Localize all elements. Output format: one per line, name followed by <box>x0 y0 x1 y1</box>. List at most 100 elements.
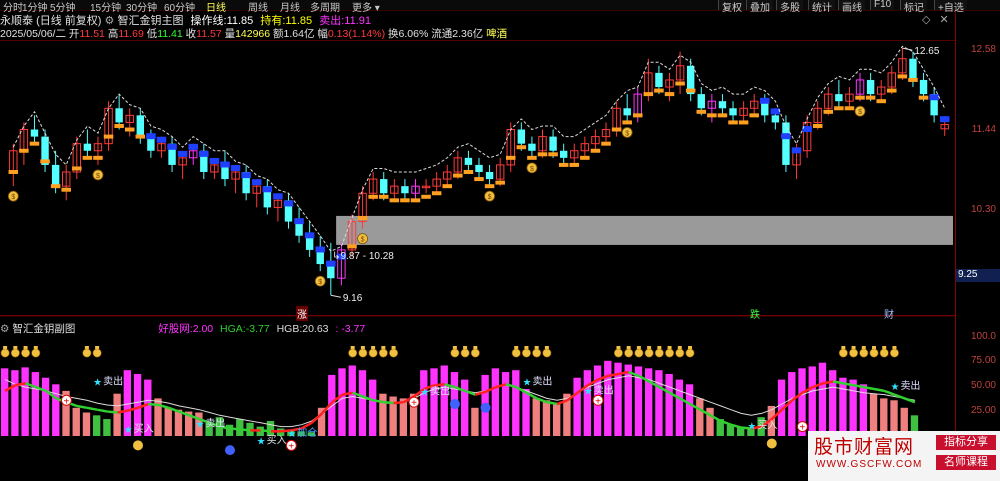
money-bag-body <box>654 348 664 358</box>
operation-line-segment <box>474 177 484 182</box>
operation-line-segment <box>939 116 950 123</box>
operation-line-segment <box>124 127 135 132</box>
operation-line-segment <box>601 141 611 146</box>
indicator-bar <box>338 368 346 436</box>
candle-body <box>475 164 483 172</box>
indicator-bar <box>808 366 816 436</box>
operation-line-segment <box>135 134 146 139</box>
watermark-tag-course[interactable]: 名师课程 <box>936 455 996 470</box>
watermark-tag-share[interactable]: 指标分享 <box>936 435 996 450</box>
money-bag-icon: $ <box>7 190 19 202</box>
indicator-bar <box>21 367 29 436</box>
indicator-bar <box>236 419 244 436</box>
hga-line-segment <box>393 400 404 405</box>
event-fall[interactable]: 跌 <box>750 306 760 321</box>
hga-line-segment <box>434 383 445 387</box>
money-bag-icon <box>532 346 542 358</box>
money-bag-neck <box>13 346 18 349</box>
candle-body <box>835 94 843 102</box>
operation-line-segment <box>865 95 876 100</box>
toolbar-button-0[interactable]: 复权 <box>718 0 745 14</box>
operation-line-segment <box>273 193 283 200</box>
sell-signal-label: 卖出 <box>594 384 614 397</box>
money-bag-body <box>378 348 388 358</box>
indicator-bar <box>869 393 878 436</box>
money-bag-body <box>82 348 92 358</box>
price-tick: 10.30 <box>970 204 996 215</box>
toolbar-button-7[interactable]: +自选 <box>934 0 967 14</box>
operation-line-segment <box>717 113 728 118</box>
close-label: 收 <box>185 28 197 40</box>
toolbar-button-6[interactable]: 标记 <box>900 0 927 14</box>
face-icon <box>766 438 777 449</box>
money-bag-icon <box>644 346 654 358</box>
close-icon[interactable]: ✕ <box>940 14 949 26</box>
operation-line-segment <box>643 92 654 97</box>
add-plus-symbol: + <box>288 441 294 452</box>
operation-line-segment <box>368 194 378 199</box>
toolbar-button-2[interactable]: 多股 <box>776 0 803 14</box>
money-bag-icon <box>624 346 634 358</box>
money-bag-neck <box>841 346 846 349</box>
sell-signal-label: 卖出 <box>430 385 450 398</box>
operation-line-segment <box>844 106 855 111</box>
money-bag-icon <box>92 346 102 358</box>
vol-value: 142966 <box>235 28 271 40</box>
money-bag-icon <box>368 346 378 358</box>
add-plus-symbol: + <box>595 396 601 407</box>
operation-line-segment <box>696 109 707 114</box>
event-finance[interactable]: 财 <box>884 306 894 321</box>
money-bag-neck <box>524 346 529 349</box>
money-bag-body <box>470 348 480 358</box>
candle-body <box>866 79 875 95</box>
money-bag-neck <box>892 346 897 349</box>
indicator-bar <box>696 398 704 436</box>
operation-line-segment <box>304 232 315 239</box>
indicator-bar <box>461 379 469 436</box>
indicator-bar <box>369 379 377 436</box>
sell-signal-label: 卖出 <box>103 374 123 387</box>
money-bag-neck <box>452 346 457 349</box>
zone-range-label: ↳9.87 - 10.28 <box>332 251 394 262</box>
toolbar-button-3[interactable]: 统计 <box>808 0 835 14</box>
money-bag-icon: $ <box>484 190 495 202</box>
vol-label: 量 <box>224 28 236 40</box>
money-bag-icon <box>31 346 41 358</box>
operation-line-segment <box>918 95 929 100</box>
operation-line-segment <box>442 184 453 189</box>
money-bag-icon <box>889 346 899 358</box>
event-rise[interactable]: 涨 <box>296 306 308 321</box>
operation-line-segment <box>19 148 29 153</box>
operation-line-segment <box>400 198 410 203</box>
operation-line-segment <box>929 94 939 101</box>
operation-line-segment <box>749 113 759 118</box>
operation-line-segment <box>29 141 40 146</box>
settings-diamond-icon[interactable]: ◇ <box>922 14 930 26</box>
face-icon <box>449 399 460 410</box>
sub-tick: 100.0 <box>970 331 996 342</box>
sector-label[interactable]: 啤酒 <box>486 28 507 40</box>
money-bag-neck <box>534 346 539 349</box>
indicator-bar <box>685 384 694 436</box>
operation-line-segment <box>611 127 622 132</box>
header-right-icons: ◇ ✕ <box>922 13 949 26</box>
money-bag-body <box>665 348 675 358</box>
toolbar-button-4[interactable]: 画线 <box>838 0 865 14</box>
indicator-bar <box>399 398 408 436</box>
operation-line-segment <box>315 246 325 253</box>
main-chart-panel[interactable]: $ $ $ $ $ $ $ $12.65 9.16 ↳9.87 - 10.28 <box>0 40 955 317</box>
money-bag-icon <box>10 346 20 358</box>
money-bag-neck <box>95 346 100 349</box>
toolbar-button-5[interactable]: F10 <box>870 0 895 10</box>
money-bag-body <box>21 348 31 358</box>
candle-body <box>485 172 494 180</box>
toolbar-button-1[interactable]: 叠加 <box>746 0 773 14</box>
money-bag-icon: $ <box>314 275 326 287</box>
hga-line-segment <box>260 429 272 433</box>
candle-body <box>729 108 737 116</box>
hga-line-segment <box>76 404 88 410</box>
money-bag-icon <box>849 346 859 358</box>
money-bag-neck <box>3 346 8 349</box>
high-price-label: 12.65 <box>914 46 939 57</box>
money-bag-neck <box>861 346 866 349</box>
